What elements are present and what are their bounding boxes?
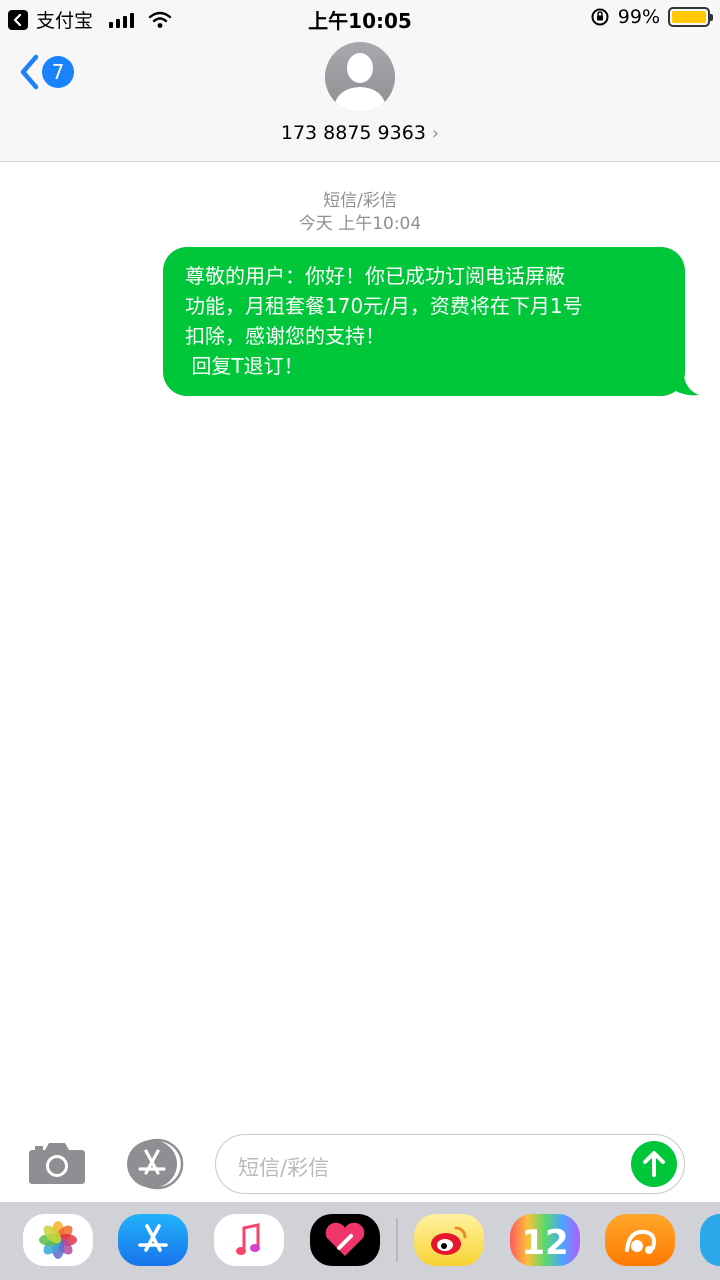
photos-icon[interactable] (23, 1214, 93, 1266)
messages-screen: 支付宝 上午10:05 99% 7 173 8875 9363 › 短信/彩信 … (0, 0, 720, 1280)
message-line: 功能，月租套餐170元/月，资费将在下月1号 (185, 294, 583, 318)
message-input[interactable]: 短信/彩信 (215, 1134, 685, 1194)
digital-touch-icon[interactable] (310, 1214, 380, 1266)
back-button[interactable]: 7 (18, 54, 74, 90)
message-timestamp: 今天 上午10:04 (298, 214, 422, 234)
send-button[interactable] (631, 1141, 677, 1187)
chevron-left-icon (20, 54, 39, 90)
person-silhouette-icon (333, 53, 387, 112)
partial-app-icon[interactable] (700, 1214, 720, 1266)
apps-button[interactable] (121, 1138, 185, 1194)
unread-count-badge: 7 (42, 56, 74, 88)
service-label: 短信/彩信 (323, 191, 397, 211)
camera-icon (29, 1143, 85, 1184)
battery-icon (668, 7, 713, 27)
battery-percent: 99% (617, 6, 660, 28)
app-drawer-strip: 12 (0, 1202, 720, 1280)
app-store-icon (127, 1138, 184, 1190)
status-right: 99% (590, 6, 713, 28)
message-text: 尊敬的用户：你好！你已成功订阅电话屏蔽 功能，月租套餐170元/月，资费将在下月… (163, 247, 685, 396)
orientation-lock-icon (591, 8, 609, 26)
ios12-label: 12 (521, 1223, 568, 1263)
ios12-icon[interactable]: 12 (510, 1214, 580, 1266)
app-store-icon[interactable] (118, 1214, 188, 1266)
chevron-right-icon: › (431, 123, 440, 144)
arrow-up-icon (643, 1151, 665, 1177)
music-icon[interactable] (214, 1214, 284, 1266)
contact-name-row[interactable]: 173 8875 9363 › (0, 122, 720, 144)
strip-divider (396, 1218, 398, 1262)
status-bar: 支付宝 上午10:05 99% (0, 0, 720, 36)
contact-avatar[interactable] (325, 42, 395, 112)
conversation-header: 7 173 8875 9363 › (0, 36, 720, 162)
message-bubble[interactable]: 尊敬的用户：你好！你已成功订阅电话屏蔽 功能，月租套餐170元/月，资费将在下月… (163, 247, 699, 397)
message-line: 扣除，感谢您的支持！ (185, 324, 385, 348)
uc-browser-icon[interactable] (605, 1214, 675, 1266)
contact-number: 173 8875 9363 (280, 122, 426, 144)
battery-fill (672, 11, 706, 23)
weibo-icon[interactable] (414, 1214, 484, 1266)
message-line: 回复T退订！ (185, 354, 304, 378)
message-line: 尊敬的用户：你好！你已成功订阅电话屏蔽 (185, 264, 565, 288)
camera-button[interactable] (28, 1140, 86, 1188)
